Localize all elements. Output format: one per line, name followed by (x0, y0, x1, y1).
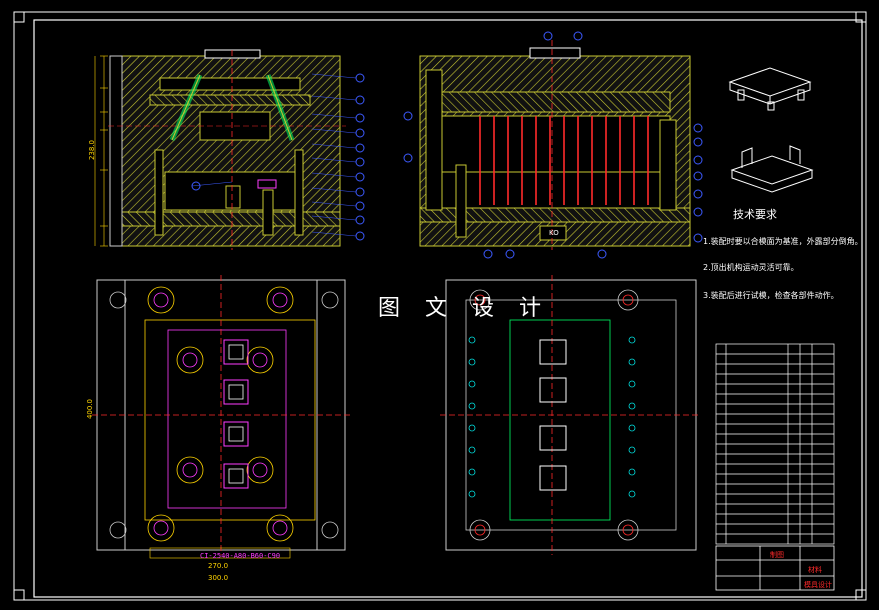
dimension-chain-a (94, 55, 108, 247)
section-view-a (108, 49, 346, 250)
dim-height-400: 400.0 (86, 398, 95, 420)
guide-bushing (176, 346, 204, 374)
cavity-insert (223, 421, 249, 447)
callout-balloon (483, 249, 493, 259)
guide-bushing (266, 286, 294, 314)
core-insert (539, 465, 567, 491)
callout-balloon (693, 207, 703, 217)
callout-balloon (505, 249, 515, 259)
callout-balloon (403, 111, 413, 121)
dim-width-300: 300.0 (208, 574, 229, 582)
tech-requirements-title: 技术要求 (733, 208, 777, 221)
plan-view-c (92, 275, 350, 559)
corner-screw (109, 291, 127, 309)
core-insert (539, 425, 567, 451)
callout-balloon (693, 123, 703, 133)
callout-balloon (543, 31, 553, 41)
callout-balloon (693, 233, 703, 243)
callout-balloon (355, 187, 365, 197)
corner-screw (321, 521, 339, 539)
callout-balloon (355, 157, 365, 167)
isometric-part-top (728, 67, 812, 111)
isometric-part-bottom (730, 145, 814, 193)
callout-balloon (355, 172, 365, 182)
callout-balloon (693, 155, 703, 165)
cavity-insert (223, 379, 249, 405)
tech-note-3: 3.装配后进行试模，检查各部件动作。 (703, 291, 839, 300)
dim-height-238: 238.0 (88, 139, 97, 161)
callout-balloon (403, 153, 413, 163)
callout-balloon (355, 73, 365, 83)
corner-screw (321, 291, 339, 309)
section-view-b (419, 40, 691, 250)
callout-balloon (355, 201, 365, 211)
watermark-text: 图 文 设 计 (378, 296, 550, 321)
title-cell-material: 材料 (808, 566, 822, 574)
guide-bushing (246, 346, 274, 374)
cavity-insert (223, 339, 249, 365)
bill-of-materials (715, 343, 835, 545)
callout-balloon (355, 143, 365, 153)
callout-balloon (597, 249, 607, 259)
callout-balloon (355, 113, 365, 123)
callout-balloon (355, 95, 365, 105)
guide-bushing (246, 456, 274, 484)
tech-note-2: 2.顶出机构运动灵活可靠。 (703, 263, 799, 272)
cavity-insert (223, 463, 249, 489)
callout-balloon (355, 128, 365, 138)
dim-width-270: 270.0 (208, 562, 229, 570)
corner-screw (109, 521, 127, 539)
tech-note-1: 1.装配时要以合模面为基准，外露部分倒角。 (703, 237, 863, 246)
title-cell-design: 模具设计 (804, 581, 832, 589)
title-cell-drawing: 制图 (770, 551, 784, 559)
guide-bushing (176, 456, 204, 484)
guide-bushing (266, 514, 294, 542)
callout-balloon (693, 171, 703, 181)
callout-balloon (355, 215, 365, 225)
callout-balloon (573, 31, 583, 41)
callout-balloon (693, 189, 703, 199)
core-insert (539, 377, 567, 403)
guide-bushing (147, 286, 175, 314)
mold-base-label: CI-2540-A80-B60-C90 (200, 552, 281, 560)
plate-label-ko: KO (549, 229, 559, 237)
callout-balloon (693, 137, 703, 147)
core-insert (539, 339, 567, 365)
guide-bushing (147, 514, 175, 542)
callout-balloon (355, 231, 365, 241)
